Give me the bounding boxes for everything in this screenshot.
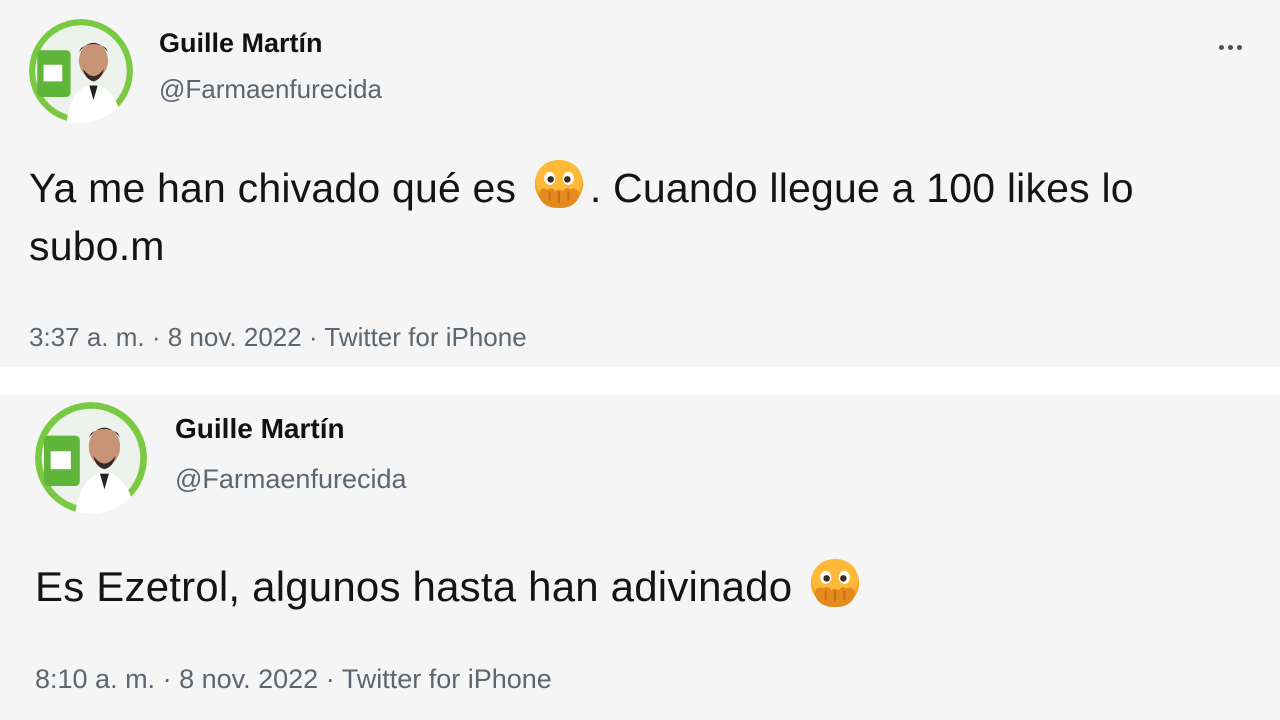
face-with-open-eyes-and-hand-over-mouth-icon xyxy=(806,557,864,609)
tweet-card: Guille Martín @Farmaenfurecida Ya me han… xyxy=(0,0,1280,367)
tweet-date[interactable]: 8 nov. 2022 xyxy=(168,322,302,352)
tweet-meta: 3:37 a. m. · 8 nov. 2022 · Twitter for i… xyxy=(29,322,527,353)
meta-separator: · xyxy=(155,664,180,694)
meta-separator: · xyxy=(318,664,342,694)
tweet-text: Es Ezetrol, algunos hasta han adivinado xyxy=(35,557,1235,616)
tweet-text: Ya me han chivado qué es . Cuando llegue… xyxy=(29,158,1229,275)
more-horizontal-icon-dot xyxy=(1227,44,1233,50)
tweet-card: Guille Martín @Farmaenfurecida Es Ezetro… xyxy=(0,394,1280,720)
tweet-text-part: Ya me han chivado qué es xyxy=(29,165,528,211)
author-display-name[interactable]: Guille Martín xyxy=(159,28,323,59)
face-with-open-eyes-and-hand-over-mouth-icon xyxy=(530,158,588,210)
tweet-source[interactable]: Twitter for iPhone xyxy=(342,664,552,694)
tweet-text-part: Es Ezetrol, algunos hasta han adivinado xyxy=(35,563,805,610)
author-handle[interactable]: @Farmaenfurecida xyxy=(159,74,382,105)
tweet-time[interactable]: 3:37 a. m. xyxy=(29,322,145,352)
profile-photo-icon xyxy=(29,19,133,123)
meta-separator: · xyxy=(144,322,168,352)
tweet-date[interactable]: 8 nov. 2022 xyxy=(179,664,318,694)
author-handle[interactable]: @Farmaenfurecida xyxy=(175,464,407,495)
more-horizontal-icon-dot xyxy=(1236,44,1242,50)
more-options-button[interactable] xyxy=(1210,32,1250,62)
tweet-source[interactable]: Twitter for iPhone xyxy=(324,322,526,352)
avatar[interactable] xyxy=(29,19,133,123)
more-horizontal-icon xyxy=(1218,44,1224,50)
author-display-name[interactable]: Guille Martín xyxy=(175,413,345,445)
avatar[interactable] xyxy=(35,402,147,514)
tweet-time[interactable]: 8:10 a. m. xyxy=(35,664,155,694)
profile-photo-icon xyxy=(35,402,147,514)
meta-separator: · xyxy=(301,322,325,352)
tweet-meta: 8:10 a. m. · 8 nov. 2022 · Twitter for i… xyxy=(35,664,552,695)
